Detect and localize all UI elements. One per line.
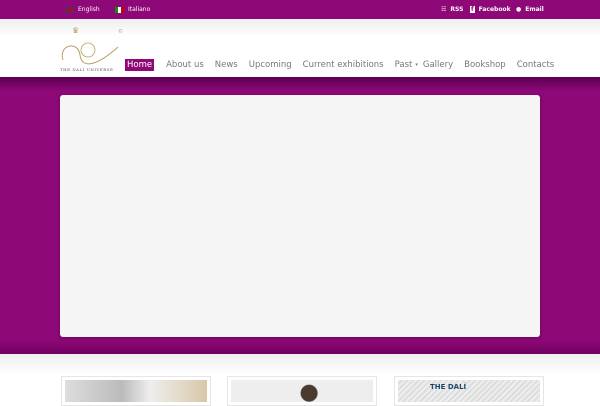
nav-current-exhibitions[interactable]: Current exhibitions [303,60,384,71]
facebook-link[interactable]: f Facebook [470,6,511,13]
rss-link[interactable]: ☵ RSS [441,6,463,13]
card-image [65,380,207,402]
logo[interactable]: ♛ © THE DALÍ UNIVERSE [58,25,124,75]
language-italiano[interactable]: Italiano [115,6,150,13]
slider-area[interactable] [60,95,540,337]
rss-label: RSS [450,6,464,13]
language-english[interactable]: English [65,6,100,13]
nav-bookshop[interactable]: Bookshop [464,60,506,71]
header: ♛ © THE DALÍ UNIVERSE Home About us News … [0,19,600,77]
card-image: THE DALÍ [398,380,540,402]
svg-text:♛: ♛ [72,26,79,35]
svg-text:©: © [118,28,123,35]
nav-home[interactable]: Home [125,59,155,71]
main-nav: Home About us News Upcoming Current exhi… [125,59,565,71]
facebook-icon: f [470,6,475,13]
featured-card-2[interactable] [227,376,377,406]
language-label: English [78,6,100,13]
nav-past[interactable]: Past [395,60,413,71]
featured-card-3[interactable]: THE DALÍ [394,376,544,406]
email-link[interactable]: ● Email [516,6,544,13]
top-bar: English Italiano ☵ RSS f Facebook ● Email [0,0,600,19]
language-label: Italiano [128,6,151,13]
chevron-down-icon: ▾ [415,62,418,68]
nav-gallery[interactable]: Gallery [423,60,453,71]
rss-icon: ☵ [441,6,447,13]
email-label: Email [525,6,544,13]
nav-upcoming[interactable]: Upcoming [249,60,292,71]
nav-news[interactable]: News [215,60,238,71]
logo-tagline: THE DALÍ UNIVERSE [60,67,114,72]
nav-contacts[interactable]: Contacts [517,60,555,71]
chat-icon: ● [516,6,522,13]
card-image [231,380,373,402]
facebook-label: Facebook [478,6,511,13]
uk-flag-icon [65,6,74,13]
nav-about-us[interactable]: About us [166,60,204,71]
featured-card-1[interactable] [61,376,211,406]
card-title: THE DALÍ [430,383,467,391]
italy-flag-icon [115,6,124,13]
